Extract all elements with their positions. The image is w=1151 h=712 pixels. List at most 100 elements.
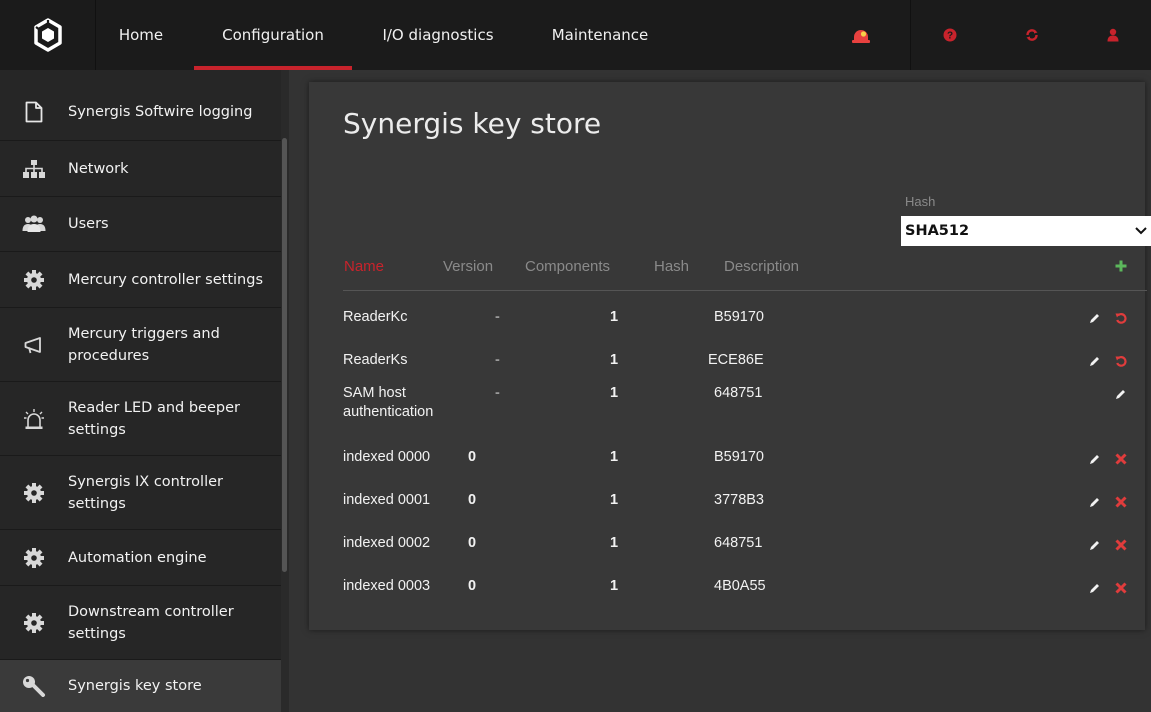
sidebar-item-label: Mercury controller settings — [68, 271, 263, 288]
main-content: Synergis key store Hash SHA512 Name Vers… — [289, 70, 1151, 712]
sidebar-item-label: Synergis key store — [68, 678, 202, 694]
sidebar-scrollbar-thumb[interactable] — [282, 138, 287, 572]
table-row-hash: 4B0A55 — [714, 578, 766, 594]
table-row-version: 0 — [468, 449, 477, 465]
add-key-button[interactable] — [1115, 259, 1127, 276]
table-row-version: 0 — [468, 578, 477, 594]
page-title: Synergis key store — [343, 107, 602, 140]
edit-icon[interactable] — [1115, 389, 1126, 400]
hash-select[interactable]: SHA512 — [901, 216, 1151, 246]
table-row-hash: 648751 — [714, 535, 763, 551]
alarm-bell-icon — [852, 30, 870, 43]
sidebar-item-label: Users — [68, 216, 109, 232]
sidebar-item-mercury-triggers[interactable]: Mercury triggers and procedures — [0, 308, 281, 382]
help-button[interactable]: ? — [930, 0, 970, 70]
gear-icon — [0, 482, 68, 503]
sidebar-item-synergis-ix-settings[interactable]: Synergis IX controller settings — [0, 456, 281, 530]
table-row-hash: ECE86E — [708, 352, 764, 368]
chevron-down-icon — [1135, 227, 1147, 235]
column-header-components[interactable]: Components — [525, 258, 610, 275]
sidebar-item-downstream-controller[interactable]: Downstream controller settings — [0, 586, 281, 660]
sidebar-item-network[interactable]: Network — [0, 141, 281, 197]
table-row-hash: 3778B3 — [714, 492, 764, 508]
table-row-components: 1 — [610, 352, 619, 368]
edit-icon[interactable] — [1089, 540, 1100, 551]
sidebar-item-automation-engine[interactable]: Automation engine — [0, 530, 281, 586]
delete-icon[interactable] — [1115, 539, 1127, 551]
table-row-components: 1 — [610, 535, 619, 551]
sidebar-item-softwire-logging[interactable]: Synergis Softwire logging — [0, 84, 281, 141]
tab-home[interactable]: Home — [96, 0, 186, 70]
sidebar-item-label: Mercury triggers and procedures — [68, 325, 220, 364]
table-row-name: indexed 0001 — [343, 492, 431, 508]
tab-configuration-label: Configuration — [222, 26, 324, 44]
table-row-name: indexed 0000 — [343, 449, 431, 465]
tab-maintenance[interactable]: Maintenance — [535, 0, 665, 70]
tab-io-diagnostics[interactable]: I/O diagnostics — [368, 0, 508, 70]
column-header-hash[interactable]: Hash — [654, 258, 689, 275]
users-icon — [0, 215, 68, 233]
column-header-name[interactable]: Name — [344, 258, 384, 275]
hash-select-value: SHA512 — [905, 223, 970, 239]
delete-icon[interactable] — [1115, 582, 1127, 594]
sidebar-item-label: Network — [68, 160, 129, 177]
delete-icon[interactable] — [1115, 496, 1127, 508]
logo-icon — [33, 18, 62, 52]
key-store-panel: Synergis key store Hash SHA512 Name Vers… — [309, 82, 1151, 630]
tab-io-diagnostics-label: I/O diagnostics — [382, 26, 494, 44]
sidebar-item-key-store[interactable]: Synergis key store — [0, 660, 281, 712]
network-icon — [0, 159, 68, 178]
megaphone-icon — [0, 336, 68, 354]
hash-label: Hash — [905, 194, 936, 209]
sidebar-item-label: Synergis Softwire logging — [68, 104, 253, 120]
gear-icon — [0, 269, 68, 290]
column-header-description[interactable]: Description — [724, 258, 799, 275]
sidebar-item-label: Reader LED and beeper settings — [68, 399, 240, 438]
gear-icon — [0, 612, 68, 633]
svg-text:?: ? — [947, 31, 953, 42]
table-row-name-line1: SAM host — [343, 385, 406, 401]
tab-configuration[interactable]: Configuration — [194, 0, 352, 70]
gear-icon — [0, 547, 68, 568]
table-row-components: 1 — [610, 385, 619, 401]
column-header-version[interactable]: Version — [443, 258, 493, 275]
table-row-components: 1 — [610, 309, 619, 325]
edit-icon[interactable] — [1089, 583, 1100, 594]
refresh-button[interactable] — [1012, 0, 1052, 70]
delete-icon[interactable] — [1115, 453, 1127, 465]
table-row-components: 1 — [610, 492, 619, 508]
plus-icon — [1115, 260, 1127, 272]
table-row-name: ReaderKs — [343, 352, 408, 368]
toolbar-separator — [910, 0, 911, 70]
sidebar-item-label: Synergis IX controller settings — [68, 473, 223, 512]
refresh-icon — [1026, 29, 1038, 41]
edit-icon[interactable] — [1089, 356, 1100, 367]
sidebar-item-label: Downstream controller settings — [68, 603, 234, 642]
edit-icon[interactable] — [1089, 454, 1100, 465]
genetec-logo — [0, 0, 96, 70]
key-icon — [0, 675, 68, 697]
table-row-version: 0 — [468, 492, 477, 508]
revert-icon[interactable] — [1115, 355, 1127, 367]
edit-icon[interactable] — [1089, 497, 1100, 508]
table-row-hash: 648751 — [714, 385, 763, 401]
alarm-bell-button[interactable] — [832, 0, 890, 70]
help-icon: ? — [943, 28, 957, 42]
beeper-icon — [0, 408, 68, 430]
table-row-components: 1 — [610, 578, 619, 594]
table-row-components: 1 — [610, 449, 619, 465]
tab-home-label: Home — [118, 26, 164, 44]
table-header-divider — [343, 290, 1147, 291]
table-row-version: 0 — [468, 535, 477, 551]
table-row-version: - — [495, 385, 500, 401]
sidebar-item-users[interactable]: Users — [0, 197, 281, 252]
sidebar-item-reader-led-beeper[interactable]: Reader LED and beeper settings — [0, 382, 281, 456]
sidebar-item-mercury-controller-settings[interactable]: Mercury controller settings — [0, 252, 281, 308]
revert-icon[interactable] — [1115, 312, 1127, 324]
tab-maintenance-label: Maintenance — [551, 26, 649, 44]
table-row-name: indexed 0003 — [343, 578, 431, 594]
table-row-name: indexed 0002 — [343, 535, 431, 551]
user-button[interactable] — [1093, 0, 1133, 70]
edit-icon[interactable] — [1089, 313, 1100, 324]
table-row-version: - — [495, 309, 500, 325]
